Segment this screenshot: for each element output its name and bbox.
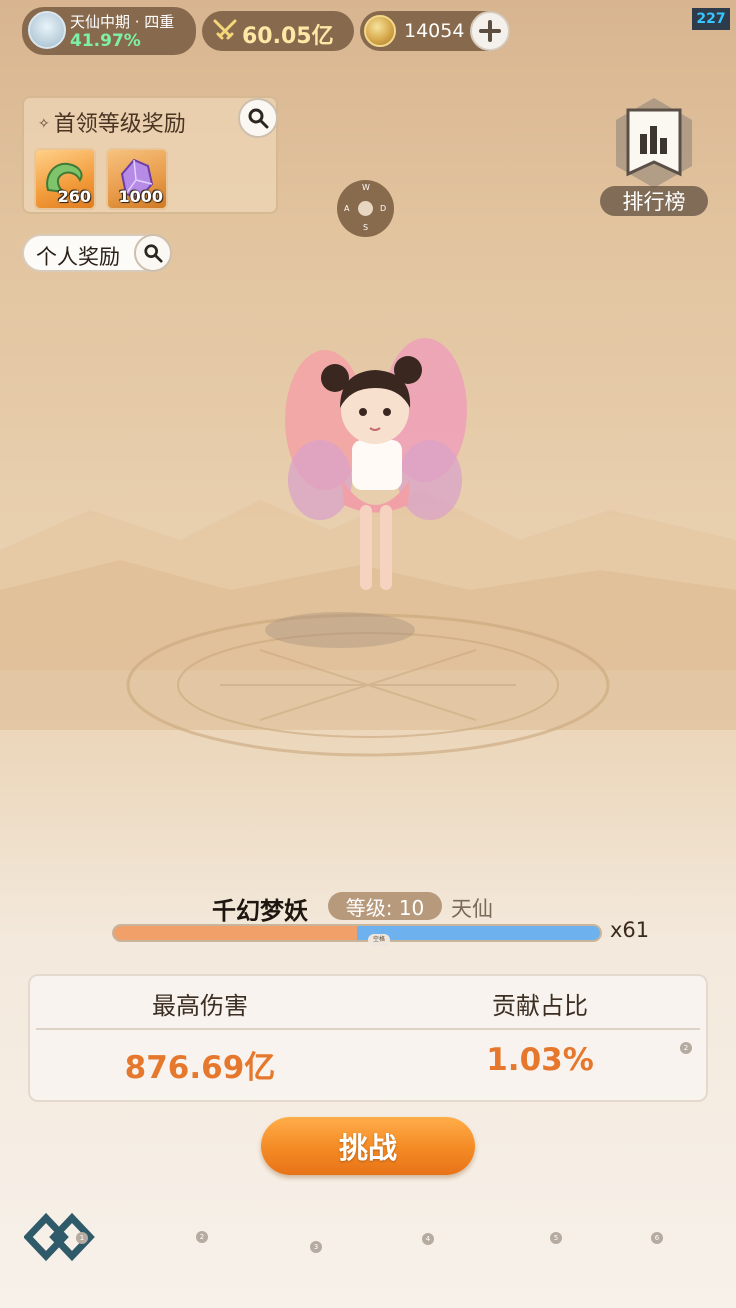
max-damage-label: 最高伤害 [152,992,248,1020]
diamond-icon: ✧ [38,116,50,132]
fairy-boss-character[interactable] [280,330,470,610]
realm-progress: 41.97% [70,31,141,51]
compass-north: W [362,183,370,192]
boss-reward-search-button[interactable] [238,98,278,138]
boss-hp-bar [112,924,602,942]
hp-bar-marker: 空格 [368,934,390,946]
stats-divider [36,1028,700,1030]
reward-count: 260 [57,187,91,206]
bottom-marker: 1 [76,1232,88,1244]
reward-count: 1000 [118,187,163,206]
bottom-marker: 2 [196,1231,208,1243]
reward-item[interactable]: 260 [34,148,96,210]
challenge-button[interactable]: 挑战 [261,1117,475,1175]
ranking-button[interactable]: 排行榜 [600,96,708,220]
damage-stats-panel: 最高伤害 贡献占比 876.69亿 1.03% 2 [28,974,708,1102]
bottom-marker: 4 [422,1233,434,1245]
coin-icon [364,15,396,47]
personal-reward-label: 个人奖励 [36,245,120,269]
magnifier-icon [248,108,269,129]
plus-icon [479,20,501,42]
boss-reward-title: ✧ 首领等级奖励 [38,112,186,137]
add-coins-button[interactable] [470,11,510,51]
boss-level-reward-panel: ✧ 首领等级奖励 260 1000 [22,96,278,214]
crossed-swords-icon [213,19,237,40]
hp-bar-multiplier: x61 [610,918,650,942]
leaderboard-banner-icon [616,98,692,188]
combat-power-value: 60.05亿 [242,24,334,49]
personal-reward-button[interactable]: 个人奖励 [22,234,172,272]
compass-center [358,201,373,216]
bottom-marker: 3 [310,1241,322,1253]
bottom-marker: 5 [550,1232,562,1244]
realm-title: 天仙中期 · 四重 [70,13,175,31]
personal-reward-search-button[interactable] [134,234,172,272]
movement-compass[interactable]: W A D S [337,180,394,237]
contribution-label: 贡献占比 [492,992,588,1020]
compass-west: A [344,204,350,213]
combat-power: 60.05亿 [202,11,354,51]
bottom-marker: 6 [651,1232,663,1244]
ranking-label: 排行榜 [600,186,708,216]
max-damage-value: 876.69亿 [124,1050,276,1086]
realm-status[interactable]: 天仙中期 · 四重 41.97% [22,7,196,55]
avatar [28,11,66,49]
boss-hp-fill [114,926,357,940]
compass-south: S [363,223,369,232]
boss-level-badge: 等级: 10 [328,892,442,920]
magnifier-icon [144,244,163,263]
reward-item[interactable]: 1000 [106,148,168,210]
boss-name: 千幻梦妖 [212,897,308,925]
boss-realm: 天仙 [451,897,493,921]
compass-east: D [380,204,387,213]
contribution-value: 1.03% [486,1042,594,1078]
fps-counter: 227 [692,8,730,30]
coin-value: 14054 [404,20,465,42]
stats-number-badge: 2 [680,1042,692,1054]
